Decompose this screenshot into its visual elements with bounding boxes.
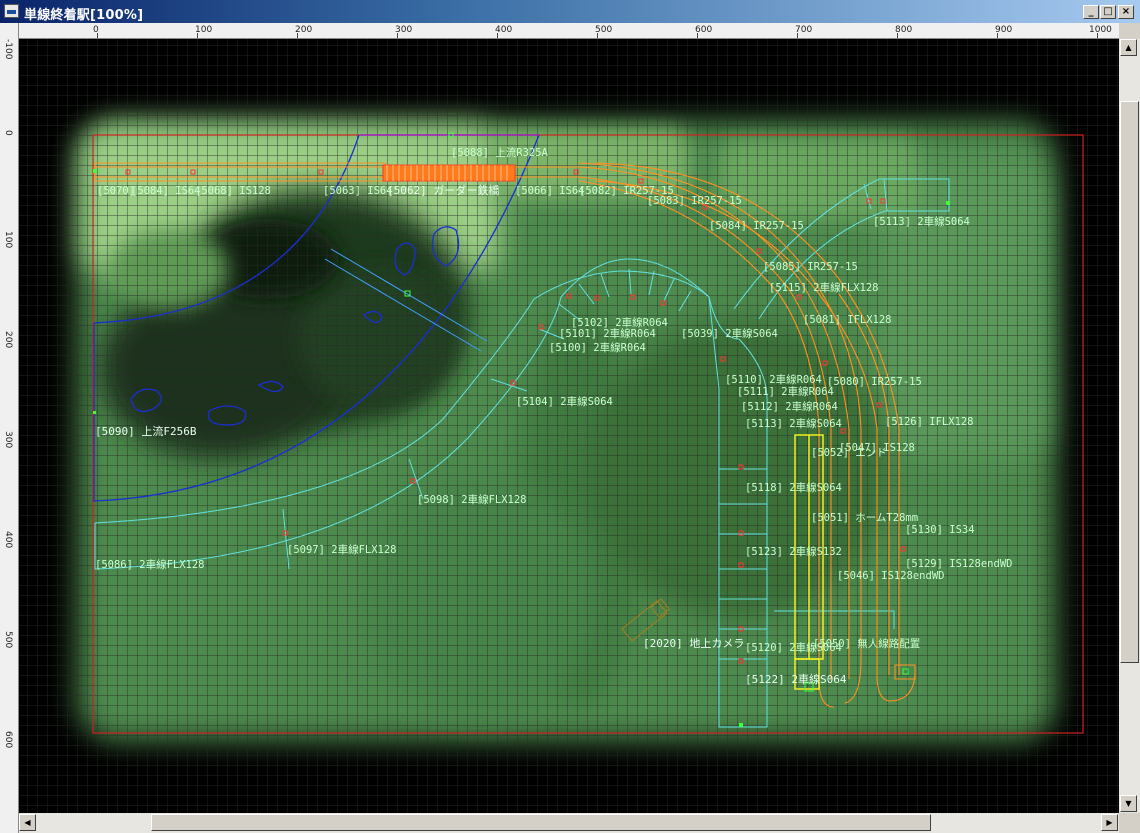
scroll-down-button[interactable]: ▼ — [1120, 795, 1137, 812]
v-ruler-tick: 100 — [3, 231, 13, 249]
v-ruler-tick: 400 — [3, 531, 13, 549]
track-label[interactable]: [5101] 2車線R064 — [559, 327, 656, 340]
track-label[interactable]: [5050] 無人線路配置 — [813, 637, 920, 650]
track-label[interactable]: [5080] IR257-15 — [827, 376, 922, 388]
track-label[interactable]: [5126] IFLX128 — [885, 416, 974, 428]
track-label[interactable]: [5088] 上流R325A — [451, 146, 549, 159]
track-label[interactable]: [5062] ガーダー鉄橋 — [387, 183, 499, 197]
layout-canvas[interactable]: [5088] 上流R325A [5070] [5084] IS64 [5068]… — [19, 39, 1119, 813]
window-title: 単線終着駅[100%] — [24, 8, 144, 23]
track-label[interactable]: [5086] 2車線FLX128 — [95, 558, 205, 571]
track-label[interactable]: [5098] 2車線FLX128 — [417, 493, 527, 506]
scroll-left-button[interactable]: ◀ — [19, 814, 36, 831]
track-label[interactable]: [5100] 2車線R064 — [549, 341, 646, 354]
track-label[interactable]: [5112] 2車線R064 — [741, 400, 838, 413]
v-ruler-tick: 200 — [3, 331, 13, 349]
v-ruler-tick: 0 — [3, 130, 13, 136]
track-label[interactable]: [5113] 2車線S064 — [873, 215, 970, 228]
vertical-ruler: -100 0 100 200 300 400 500 600 — [0, 23, 19, 833]
track-label[interactable]: [2020] 地上カメラ — [643, 637, 744, 650]
title-bar: 単線終着駅[100%] _ □ × — [0, 0, 1140, 23]
track-label[interactable]: [5039] 2車線S064 — [681, 327, 778, 340]
track-label[interactable]: [5066] IS64 — [515, 185, 585, 197]
track-label[interactable]: [5118] 2車線S064 — [745, 481, 842, 494]
v-ruler-tick: -100 — [3, 39, 13, 60]
track-label[interactable]: [5115] 2車線FLX128 — [769, 281, 879, 294]
app-icon[interactable] — [4, 4, 19, 18]
girder-bridge-hatch — [386, 165, 508, 181]
vertical-scroll-thumb[interactable] — [1120, 101, 1139, 663]
track-label[interactable]: [5083] IR257-15 — [647, 195, 742, 207]
v-ruler-tick: 600 — [3, 731, 13, 749]
scroll-up-button[interactable]: ▲ — [1120, 39, 1137, 56]
h-ruler-tick: 1000 — [1089, 25, 1112, 35]
track-label[interactable]: [5097] 2車線FLX128 — [287, 543, 397, 556]
v-ruler-tick: 300 — [3, 431, 13, 449]
track-label[interactable]: [5084] IR257-15 — [709, 220, 804, 232]
track-label[interactable]: [5090] 上流F256B — [95, 424, 197, 438]
horizontal-ruler: 0 100 200 300 400 500 600 700 800 900 10… — [19, 23, 1119, 39]
scroll-right-button[interactable]: ▶ — [1101, 814, 1118, 831]
track-label[interactable]: [5068] IS128 — [195, 185, 271, 197]
maximize-button[interactable]: □ — [1100, 5, 1116, 19]
track-label[interactable]: [5113] 2車線S064 — [745, 417, 842, 430]
minimize-button[interactable]: _ — [1083, 5, 1099, 19]
track-label[interactable]: [5110] 2車線R064 — [725, 373, 822, 386]
horizontal-scroll-thumb[interactable] — [151, 814, 931, 831]
track-label[interactable]: [5130] IS34 — [905, 524, 975, 536]
track-label[interactable]: [5123] 2車線S132 — [745, 545, 842, 558]
track-label[interactable]: [5052] エンド — [811, 447, 887, 459]
v-ruler-tick: 500 — [3, 631, 13, 649]
scrollbar-corner — [1119, 813, 1140, 833]
track-label[interactable]: [5129] IS128endWD — [905, 558, 1012, 570]
track-label[interactable]: [5081] IFLX128 — [803, 314, 892, 326]
track-label[interactable]: [5085] IR257-15 — [763, 261, 858, 273]
track-label[interactable]: [5122] 2車線S064 — [745, 672, 847, 686]
track-label[interactable]: [5084] IS64 — [131, 185, 201, 197]
track-label[interactable]: [5051] ホームT28mm — [811, 512, 918, 524]
vertical-scrollbar[interactable]: ▲ ▼ — [1119, 39, 1140, 813]
track-label[interactable]: [5111] 2車線R064 — [737, 385, 834, 398]
track-label[interactable]: [5070] — [97, 185, 135, 197]
track-label[interactable]: [5063] IS64 — [323, 185, 393, 197]
close-button[interactable]: × — [1118, 5, 1134, 19]
track-label[interactable]: [5104] 2車線S064 — [516, 395, 613, 408]
horizontal-scrollbar[interactable]: ◀ ▶ — [19, 813, 1119, 833]
track-label[interactable]: [5046] IS128endWD — [837, 570, 944, 582]
